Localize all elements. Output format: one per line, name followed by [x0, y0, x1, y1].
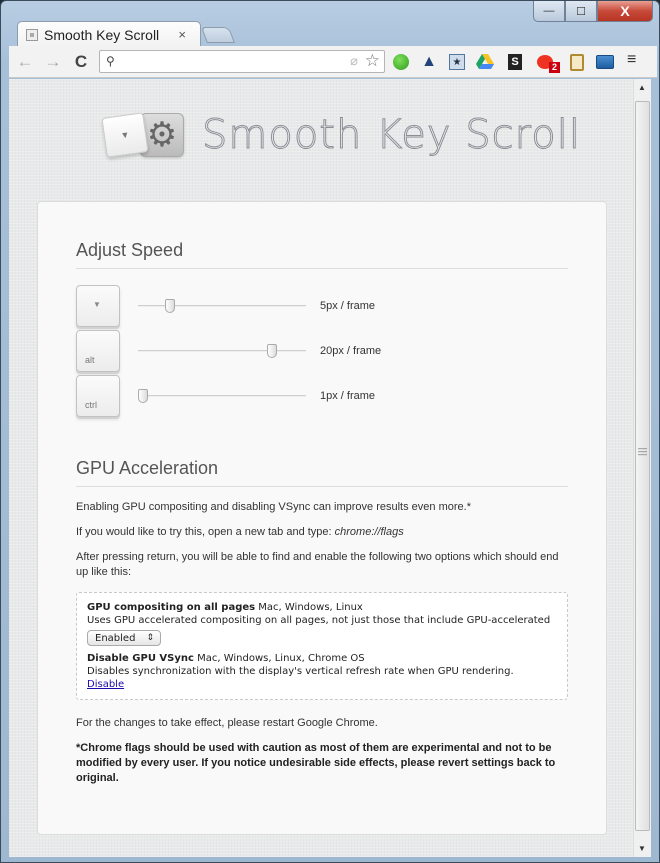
gpu-intro-text: Enabling GPU compositing and disabling V… — [76, 501, 471, 513]
disable-link[interactable]: Disable — [87, 679, 124, 690]
arrow-speed-slider[interactable] — [138, 298, 306, 313]
options-instruction-text: After pressing return, you will be able … — [76, 551, 559, 578]
page-viewport: ▼ ⚙ Smooth Key Scroll Adjust Speed ▼ 5px… — [9, 79, 633, 857]
forward-icon[interactable]: → — [41, 52, 65, 72]
window-extension-icon[interactable] — [595, 52, 615, 72]
flag-gpu-compositing: GPU compositing on all pages Mac, Window… — [87, 601, 557, 652]
back-icon[interactable]: ← — [13, 52, 37, 72]
alt-key-icon: alt — [76, 329, 120, 372]
green-orb-extension-icon[interactable] — [391, 52, 411, 72]
speed-rows: ▼ 5px / frame alt 20px / frame ctrl 1px … — [76, 283, 568, 418]
omnibox[interactable]: ⚲ ⌀ ☆ — [99, 50, 385, 73]
browser-toolbar: ← → C ⚲ ⌀ ☆ ▲ ★ S 2 ≡ — [9, 46, 657, 78]
flag-description: Disables synchronization with the displa… — [87, 666, 514, 677]
alt-speed-slider[interactable] — [138, 343, 306, 358]
bookmark-star-extension-icon[interactable]: ★ — [447, 52, 467, 72]
arrow-key-icon: ▼ — [76, 284, 120, 327]
window-controls: — ☐ X — [533, 1, 653, 22]
speed-row-arrow: ▼ 5px / frame — [76, 283, 568, 328]
adjust-speed-heading: Adjust Speed — [76, 240, 568, 269]
tab-close-icon[interactable]: × — [178, 27, 186, 42]
page-favicon-icon — [26, 28, 38, 41]
restart-notice: For the changes to take effect, please r… — [76, 717, 378, 729]
speed-value: 1px / frame — [320, 389, 376, 402]
speed-row-ctrl: ctrl 1px / frame — [76, 373, 568, 418]
enabled-select[interactable]: Enabled ⇕ — [87, 630, 161, 646]
slider-handle[interactable] — [165, 298, 175, 313]
chrome-menu-icon[interactable]: ≡ — [627, 52, 641, 68]
shark-extension-icon[interactable]: ▲ — [419, 52, 439, 72]
vertical-scrollbar[interactable]: ▲ — — — ▼ — [633, 79, 651, 857]
browser-window: — ☐ X Smooth Key Scroll × ← → C ⚲ ⌀ ☆ ▲ … — [0, 0, 660, 863]
scrollbar-thumb[interactable] — [635, 101, 650, 831]
clipboard-icon[interactable] — [567, 52, 587, 72]
flag-description: Uses GPU accelerated compositing on all … — [87, 615, 551, 626]
notification-bubble-icon[interactable]: 2 — [535, 52, 560, 73]
speed-value: 5px / frame — [320, 299, 376, 312]
speed-row-alt: alt 20px / frame — [76, 328, 568, 373]
reload-icon[interactable]: C — [69, 52, 93, 72]
ctrl-speed-slider[interactable] — [138, 388, 306, 403]
select-arrows-icon: ⇕ — [146, 633, 154, 643]
app-logo: ▼ ⚙ Smooth Key Scroll — [101, 112, 581, 159]
flag-platforms: Mac, Windows, Linux — [255, 602, 363, 613]
tab-title: Smooth Key Scroll — [44, 26, 160, 43]
flags-example-box: GPU compositing on all pages Mac, Window… — [76, 592, 568, 700]
flag-name: GPU compositing on all pages — [87, 602, 256, 613]
bookmark-star-icon[interactable]: ☆ — [365, 51, 380, 71]
tag-icon[interactable]: ⌀ — [350, 53, 358, 69]
speed-value: 20px / frame — [320, 344, 382, 357]
ctrl-key-icon: ctrl — [76, 374, 120, 417]
script-extension-icon[interactable]: S — [505, 52, 525, 72]
slider-handle[interactable] — [267, 343, 277, 358]
caution-warning: *Chrome flags should be used with cautio… — [76, 742, 556, 784]
flag-disable-vsync: Disable GPU VSync Mac, Windows, Linux, C… — [87, 652, 557, 691]
slider-handle[interactable] — [138, 388, 148, 403]
notification-badge: 2 — [549, 62, 560, 73]
key-logo-icon: ▼ — [101, 112, 149, 158]
settings-card: Adjust Speed ▼ 5px / frame alt 20px / fr… — [37, 201, 607, 835]
scroll-down-icon[interactable]: ▼ — [638, 844, 646, 853]
scroll-up-icon[interactable]: ▲ — [638, 83, 646, 92]
new-tab-button[interactable] — [201, 27, 235, 43]
maximize-button[interactable]: ☐ — [565, 1, 597, 22]
scroll-grip-icon: — — — — [638, 443, 647, 459]
flags-instruction-text: If you would like to try this, open a ne… — [76, 526, 404, 538]
gpu-acceleration-heading: GPU Acceleration — [76, 458, 568, 487]
app-title: Smooth Key Scroll — [202, 112, 581, 159]
minimize-button[interactable]: — — [533, 1, 565, 22]
address-input[interactable] — [122, 53, 332, 70]
chrome-flags-url: chrome://flags — [334, 526, 404, 538]
search-icon: ⚲ — [106, 54, 115, 68]
tab-smooth-key-scroll[interactable]: Smooth Key Scroll × — [17, 21, 201, 47]
google-drive-icon[interactable] — [475, 52, 495, 72]
flag-name: Disable GPU VSync — [87, 653, 194, 664]
close-window-button[interactable]: X — [597, 1, 653, 22]
flag-platforms: Mac, Windows, Linux, Chrome OS — [193, 653, 365, 664]
